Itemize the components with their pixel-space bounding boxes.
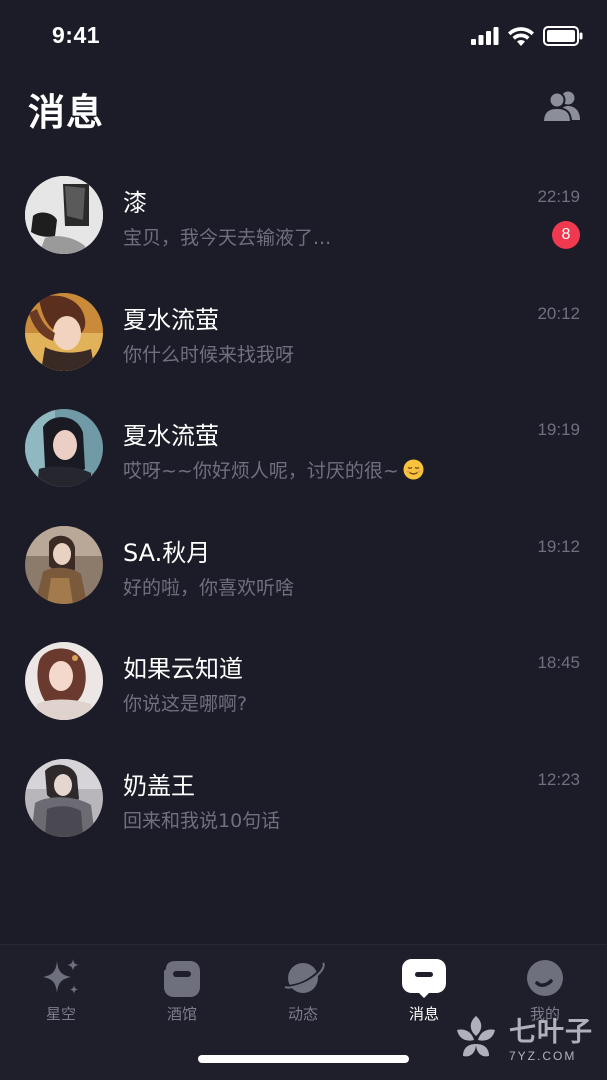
conversation-item[interactable]: 奶盖王 回来和我说10句话 12:23 — [0, 738, 607, 855]
avatar[interactable] — [25, 642, 103, 720]
battery-icon — [543, 26, 583, 46]
planet-icon — [281, 961, 325, 993]
conversation-name: 夏水流萤 — [123, 422, 219, 450]
conversation-list: 漆 宝贝，我今天去输液了... 22:19 8 夏水流萤 你什么时候来找我呀 2… — [0, 155, 607, 854]
conversation-time: 19:12 — [537, 536, 580, 556]
avatar[interactable] — [25, 758, 103, 837]
watermark-cn: 七叶子 — [509, 1017, 593, 1048]
tab-moments[interactable]: 动态 — [253, 957, 353, 1024]
conversation-preview: 哎呀~~你好烦人呢，讨厌的很~ — [123, 456, 424, 483]
conversation-time: 18:45 — [537, 653, 580, 672]
avatar[interactable] — [25, 292, 103, 371]
unread-badge: 8 — [552, 221, 580, 249]
conversation-time: 22:19 — [537, 187, 580, 206]
conversation-preview: 好的啦，你喜欢听啥 — [123, 573, 294, 600]
conversation-name: 如果云知道 — [123, 655, 243, 683]
tab-label: 酒馆 — [166, 1005, 197, 1023]
avatar[interactable] — [25, 409, 103, 487]
watermark-en: 7YZ.COM — [509, 1049, 577, 1063]
conversation-preview-text: 你说这是哪啊? — [123, 693, 248, 715]
page-title: 消息 — [28, 91, 104, 134]
tab-label: 动态 — [287, 1005, 318, 1023]
conversation-name: 夏水流萤 — [123, 305, 219, 334]
profile-icon — [527, 960, 563, 996]
tab-label: 星空 — [45, 1005, 76, 1023]
avatar[interactable] — [25, 525, 103, 604]
conversation-preview-text: 哎呀~~你好烦人呢，讨厌的很~ — [123, 460, 399, 482]
conversation-preview-text: 宝贝，我今天去输液了... — [123, 227, 332, 249]
tavern-icon — [164, 961, 200, 997]
wifi-icon — [508, 26, 534, 46]
conversation-preview: 宝贝，我今天去输液了... — [123, 223, 331, 250]
message-icon — [402, 959, 446, 998]
conversation-name: 漆 — [123, 189, 147, 217]
avatar[interactable] — [25, 176, 103, 254]
conversation-name: 奶盖王 — [123, 771, 195, 800]
relieved-face-emoji — [403, 459, 424, 480]
conversation-item[interactable]: SA.秋月 好的啦，你喜欢听啥 19:12 — [0, 505, 607, 622]
conversation-name: SA.秋月 — [123, 538, 211, 567]
conversation-item[interactable]: 如果云知道 你说这是哪啊? 18:45 — [0, 621, 607, 738]
leaf-logo-icon — [457, 1015, 495, 1056]
watermark-text: 七叶子 7YZ.COM — [509, 1010, 593, 1063]
conversation-time: 20:12 — [537, 303, 580, 323]
status-bar: 9:41 — [0, 0, 607, 76]
conversation-preview: 回来和我说10句话 — [123, 806, 280, 833]
tab-tavern[interactable]: 酒馆 — [132, 957, 232, 1024]
status-time: 9:41 — [52, 22, 101, 48]
conversation-preview-text: 好的啦，你喜欢听啥 — [123, 576, 295, 599]
home-indicator[interactable] — [198, 1055, 409, 1063]
cellular-signal-icon — [471, 27, 499, 45]
sparkle-icon — [43, 959, 79, 994]
conversation-preview: 你什么时候来找我呀 — [123, 340, 294, 367]
conversation-preview-text: 你什么时候来找我呀 — [123, 343, 295, 366]
contacts-icon[interactable] — [541, 90, 581, 123]
conversation-item[interactable]: 夏水流萤 你什么时候来找我呀 20:12 — [0, 272, 607, 389]
conversation-preview-text: 回来和我说10句话 — [123, 809, 281, 832]
watermark: 七叶子 7YZ.COM — [451, 1010, 593, 1063]
tab-label: 消息 — [408, 1005, 439, 1023]
conversation-time: 12:23 — [537, 769, 580, 789]
status-icons — [471, 26, 583, 46]
conversation-item[interactable]: 夏水流萤 哎呀~~你好烦人呢，讨厌的很~ 19:19 — [0, 388, 607, 505]
conversation-time: 19:19 — [537, 420, 580, 439]
conversation-item[interactable]: 漆 宝贝，我今天去输液了... 22:19 8 — [0, 155, 607, 272]
conversation-preview: 你说这是哪啊? — [123, 689, 247, 716]
tab-starry-sky[interactable]: 星空 — [11, 957, 111, 1024]
